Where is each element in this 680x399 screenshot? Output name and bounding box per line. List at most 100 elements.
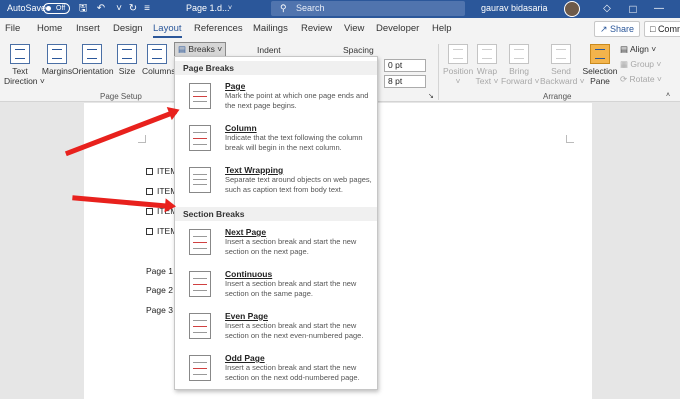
text-direction-icon xyxy=(10,44,30,64)
section-breaks-header: Section Breaks xyxy=(175,207,377,221)
bring-forward-label-2: Forward ˅ xyxy=(501,76,540,86)
menu-item-column-break[interactable]: Column Indicate that the text following … xyxy=(179,123,375,159)
menu-item-title: Continuous xyxy=(225,269,273,279)
size-button[interactable]: Size xyxy=(116,44,138,76)
page-setup-group-label: Page Setup xyxy=(100,92,142,101)
selection-pane-label-1: Selection xyxy=(582,66,618,76)
menu-item-odd-page[interactable]: Odd Page Insert a section break and star… xyxy=(179,353,375,389)
size-label: Size xyxy=(118,66,136,76)
orientation-label: Orientation xyxy=(72,66,114,76)
checkbox-icon[interactable] xyxy=(146,168,153,175)
menu-item-description: Insert a section break and start the new… xyxy=(225,279,357,298)
document-name[interactable]: Page 1.d... xyxy=(186,3,230,13)
tab-file[interactable]: File xyxy=(5,23,20,34)
paragraph-launcher-icon[interactable]: ↘ xyxy=(428,92,434,100)
margins-icon xyxy=(47,44,67,64)
breaks-button[interactable]: ▤ Breaks ˅ xyxy=(174,42,227,57)
align-icon: ▤ xyxy=(620,44,629,54)
menu-item-title: Odd Page xyxy=(225,353,265,363)
margins-label: Margins xyxy=(41,66,73,76)
comments-button[interactable]: □ Comm xyxy=(644,21,680,37)
columns-button[interactable]: Columns xyxy=(142,44,176,76)
group-label: Group ˅ xyxy=(630,59,662,69)
page-text[interactable]: Page 3 xyxy=(146,305,173,315)
autosave-toggle[interactable]: Off xyxy=(43,3,70,14)
menu-item-even-page[interactable]: Even Page Insert a section break and sta… xyxy=(179,311,375,347)
send-backward-label-1: Send xyxy=(551,66,571,76)
list-item[interactable]: ITEM xyxy=(146,166,177,176)
page-text[interactable]: Page 2 xyxy=(146,285,173,295)
undo-icon[interactable]: ↶ xyxy=(94,2,108,16)
menu-item-text-wrapping[interactable]: Text Wrapping Separate text around objec… xyxy=(179,165,375,201)
user-name[interactable]: gaurav bidasaria xyxy=(481,3,548,13)
margins-button[interactable]: Margins xyxy=(41,44,73,76)
wrap-text-button[interactable]: Wrap Text ˅ xyxy=(474,44,500,86)
list-item[interactable]: ITEM xyxy=(146,226,177,236)
title-bar: AutoSave Off 🖫 ↶ ˅ ↻ ≡ Page 1.d... ˅ ⚲ S… xyxy=(0,0,680,18)
menu-item-title: Column xyxy=(225,123,257,133)
minimize-icon[interactable]: — xyxy=(652,2,666,16)
menu-item-title: Next Page xyxy=(225,227,267,237)
bring-forward-button[interactable]: Bring Forward ˅ xyxy=(501,44,540,86)
save-icon[interactable]: 🖫 xyxy=(76,2,90,16)
tab-insert[interactable]: Insert xyxy=(76,23,100,34)
tab-design[interactable]: Design xyxy=(113,23,143,34)
tab-home[interactable]: Home xyxy=(37,23,62,34)
group-button[interactable]: ▦ Group ˅ xyxy=(620,59,661,70)
breaks-label: Breaks ˅ xyxy=(188,44,223,54)
search-input[interactable]: ⚲ Search xyxy=(271,1,465,16)
tab-developer[interactable]: Developer xyxy=(376,23,419,34)
menu-item-description: Insert a section break and start the new… xyxy=(225,321,364,340)
arrange-group-label: Arrange xyxy=(543,92,572,101)
send-backward-label-2: Backward ˅ xyxy=(540,76,585,86)
customize-toolbar-icon[interactable]: ≡ xyxy=(140,2,154,16)
menu-item-description: Separate text around objects on web page… xyxy=(225,175,372,194)
checkbox-icon[interactable] xyxy=(146,228,153,235)
spacing-after-input[interactable]: 8 pt xyxy=(384,75,426,88)
ribbon-tabs: File Home Insert Design Layout Reference… xyxy=(0,18,680,40)
menu-item-page-break[interactable]: Page Mark the point at which one page en… xyxy=(179,81,375,117)
list-item[interactable]: ITEM xyxy=(146,186,177,196)
text-direction-button[interactable]: Text Direction ˅ xyxy=(4,44,45,86)
diamond-icon[interactable]: ◇ xyxy=(600,2,614,16)
redo-icon[interactable]: ↻ xyxy=(126,2,140,16)
position-dropdown: ˅ xyxy=(455,76,461,86)
ribbon-display-icon[interactable]: □ xyxy=(626,2,640,16)
menu-item-continuous[interactable]: Continuous Insert a section break and st… xyxy=(179,269,375,305)
menu-item-description: Insert a section break and start the new… xyxy=(225,237,357,256)
position-button[interactable]: Position ˅ xyxy=(443,44,473,86)
indent-label: Indent xyxy=(257,45,281,55)
selection-pane-label-2: Pane xyxy=(590,76,610,86)
tab-layout[interactable]: Layout xyxy=(153,23,182,38)
tab-view[interactable]: View xyxy=(344,23,364,34)
rotate-button[interactable]: ⟳ Rotate ˅ xyxy=(620,74,662,85)
even-page-icon xyxy=(189,313,211,339)
margin-marker xyxy=(566,135,574,143)
tab-review[interactable]: Review xyxy=(301,23,332,34)
share-button[interactable]: ↗ Share xyxy=(594,21,641,37)
tab-mailings[interactable]: Mailings xyxy=(253,23,288,34)
continuous-icon xyxy=(189,271,211,297)
search-icon: ⚲ xyxy=(280,3,287,13)
menu-item-next-page[interactable]: Next Page Insert a section break and sta… xyxy=(179,227,375,263)
breaks-menu: Page Breaks Page Mark the point at which… xyxy=(174,56,378,390)
tab-references[interactable]: References xyxy=(194,23,243,34)
collapse-ribbon-icon[interactable]: ˄ xyxy=(666,92,670,99)
undo-dropdown-icon[interactable]: ˅ xyxy=(112,2,126,16)
orientation-button[interactable]: Orientation xyxy=(72,44,114,76)
search-placeholder: Search xyxy=(296,3,325,13)
size-icon xyxy=(117,44,137,64)
page-text[interactable]: Page 1 xyxy=(146,266,173,276)
checkbox-icon[interactable] xyxy=(146,188,153,195)
tab-help[interactable]: Help xyxy=(432,23,452,34)
avatar[interactable] xyxy=(564,1,580,17)
send-backward-button[interactable]: Send Backward ˅ xyxy=(540,44,585,86)
doc-name-dropdown-icon[interactable]: ˅ xyxy=(228,5,232,12)
selection-pane-button[interactable]: Selection Pane xyxy=(582,44,618,86)
share-label: Share xyxy=(610,24,635,34)
text-direction-label-1: Text xyxy=(12,66,28,76)
checkbox-icon[interactable] xyxy=(146,208,153,215)
spacing-before-input[interactable]: 0 pt xyxy=(384,59,426,72)
align-button[interactable]: ▤ Align ˅ xyxy=(620,44,656,55)
text-direction-label-2: Direction ˅ xyxy=(4,76,45,86)
